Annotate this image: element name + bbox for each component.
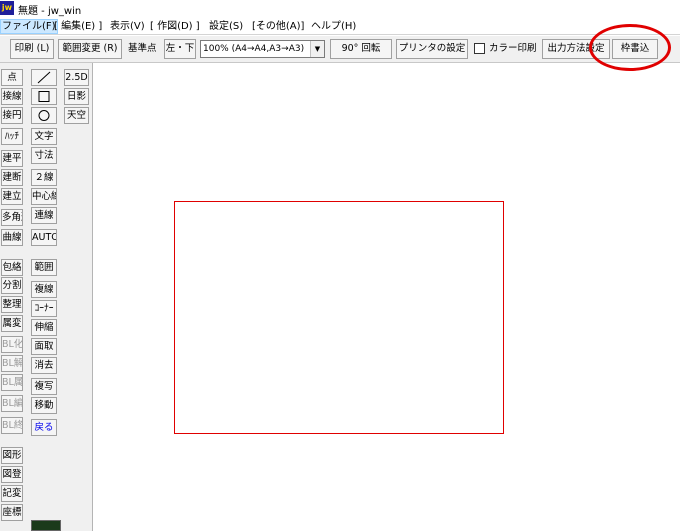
print-frame (174, 201, 504, 434)
menu-help[interactable]: ヘルプ(H) (311, 20, 356, 33)
tool-continuous-line[interactable]: 連線 (31, 207, 57, 224)
menu-settings[interactable]: 設定(S) (209, 20, 243, 33)
chevron-down-icon[interactable]: ▼ (310, 41, 324, 57)
menu-file[interactable]: ファイル(F) (0, 19, 58, 34)
undo-button[interactable]: 戻る (31, 419, 57, 436)
title-bar: jw 無題 - jw_win (0, 0, 680, 18)
rotate-button[interactable]: 90° 回転 (330, 39, 392, 59)
tool-offset[interactable]: 複線 (31, 281, 57, 298)
tool-center-line[interactable]: 中心線 (31, 188, 57, 205)
tool-sky-factor[interactable]: 天空 (64, 107, 89, 124)
color-print-label: カラー印刷 (489, 43, 537, 54)
tool-text[interactable]: 文字 (31, 128, 57, 145)
tool-double-line[interactable]: ２線 (31, 169, 57, 186)
tool-block-end[interactable]: BL終 (1, 417, 23, 434)
scale-select[interactable]: 100% (A4→A4,A3→A3) ▼ (200, 40, 325, 58)
printer-settings-button[interactable]: プリンタの設定 (396, 39, 468, 59)
tool-chamfer[interactable]: 面取 (31, 338, 57, 355)
tool-building-section[interactable]: 建断 (1, 169, 23, 186)
tool-line[interactable] (31, 69, 57, 86)
range-change-button[interactable]: 範囲変更 (R) (58, 39, 122, 59)
tool-block-edit[interactable]: BL編 (1, 395, 23, 412)
tool-rectangle[interactable] (31, 88, 57, 105)
layer-status-box (31, 520, 61, 531)
rectangle-icon (38, 91, 50, 102)
tool-copy[interactable]: 複写 (31, 378, 57, 395)
tool-extend[interactable]: 伸縮 (31, 319, 57, 336)
tool-divide[interactable]: 分割 (1, 277, 23, 294)
circle-icon (38, 110, 50, 121)
tool-erase[interactable]: 消去 (31, 357, 57, 374)
tool-curve[interactable]: 曲線 (1, 229, 23, 246)
tool-tangent-line[interactable]: 接線 (1, 88, 23, 105)
base-point-label: 基準点 (128, 43, 157, 54)
print-toolbar: 印刷 (L) 範囲変更 (R) 基準点 左・下 100% (A4→A4,A3→A… (0, 36, 680, 63)
tool-attribute-change[interactable]: 属変 (1, 315, 23, 332)
menu-other[interactable]: [その他(A)] (252, 20, 304, 33)
tool-2-5d[interactable]: 2.5D (64, 69, 89, 86)
scale-select-value: 100% (A4→A4,A3→A3) (203, 44, 305, 54)
tool-sun-shadow[interactable]: 日影 (64, 88, 89, 105)
tool-figure-register[interactable]: 図登 (1, 466, 23, 483)
tool-block-explode[interactable]: BL解 (1, 355, 23, 372)
print-button[interactable]: 印刷 (L) (10, 39, 54, 59)
tool-point[interactable]: 点 (1, 69, 23, 86)
tool-organize[interactable]: 整理 (1, 296, 23, 313)
frame-write-button[interactable]: 枠書込 (612, 39, 658, 59)
tool-building-elevation[interactable]: 建立 (1, 188, 23, 205)
window-title: 無題 - jw_win (18, 6, 82, 17)
tool-building-plan[interactable]: 建平 (1, 150, 23, 167)
tool-coordinates[interactable]: 座標 (1, 504, 23, 521)
tool-corner[interactable]: ｺｰﾅｰ (31, 300, 57, 317)
tool-block-attribute[interactable]: BL属 (1, 374, 23, 391)
base-point-button[interactable]: 左・下 (164, 39, 196, 59)
tool-tangent-circle[interactable]: 接円 (1, 107, 23, 124)
tool-symbol-change[interactable]: 記変 (1, 485, 23, 502)
output-method-button[interactable]: 出力方法設定 (542, 39, 610, 59)
menu-bar: ファイル(F) [ 編集(E) ] 表示(V) [ 作図(D) ] 設定(S) … (0, 18, 680, 35)
menu-edit[interactable]: [ 編集(E) ] (54, 20, 102, 33)
color-print-checkbox[interactable] (474, 43, 485, 54)
menu-draw[interactable]: [ 作図(D) ] (150, 20, 200, 33)
tool-hatch[interactable]: ﾊｯﾁ (1, 128, 23, 145)
tool-auto[interactable]: AUTO (31, 229, 57, 246)
tool-circle[interactable] (31, 107, 57, 124)
drawing-canvas[interactable] (94, 64, 680, 531)
line-icon (37, 71, 51, 84)
tool-figure[interactable]: 図形 (1, 447, 23, 464)
tool-move[interactable]: 移動 (31, 397, 57, 414)
menu-view[interactable]: 表示(V) (110, 20, 145, 33)
app-icon: jw (0, 1, 14, 15)
tool-panel: 点 接線 接円 ﾊｯﾁ 建平 建断 建立 多角形 曲線 包絡 分割 整理 属変 … (0, 63, 93, 531)
tool-block-create[interactable]: BL化 (1, 336, 23, 353)
tool-dimension[interactable]: 寸法 (31, 147, 57, 164)
tool-envelope[interactable]: 包絡 (1, 259, 23, 276)
tool-polygon[interactable]: 多角形 (1, 209, 23, 226)
tool-range[interactable]: 範囲 (31, 259, 57, 276)
